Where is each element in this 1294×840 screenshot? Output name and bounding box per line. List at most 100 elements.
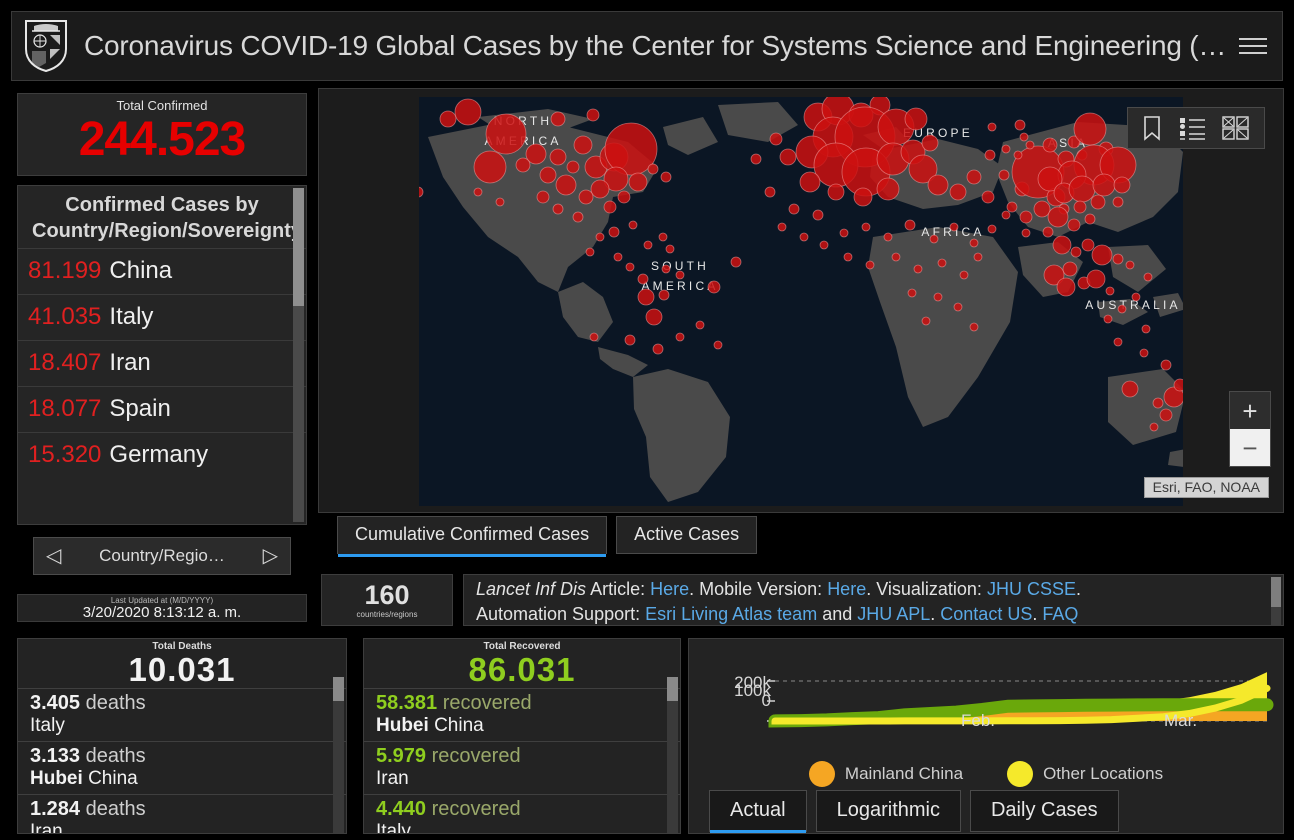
deaths-location-line: Iran (30, 821, 334, 833)
deaths-region: Hubei (30, 768, 83, 789)
covid-dashboard: Coronavirus COVID-19 Global Cases by the… (0, 0, 1294, 840)
legend-list-icon[interactable] (1178, 115, 1206, 141)
total-deaths-panel: Total Deaths 10.031 3.405 deaths Italy 3… (17, 638, 347, 834)
total-recovered-value: 86.031 (468, 651, 576, 688)
y-tick-0: 0 (761, 691, 771, 710)
country-name: Germany (109, 441, 209, 468)
x-tick-feb: Feb. (961, 711, 996, 730)
link-jhu-apl[interactable]: JHU APL (857, 604, 930, 624)
link-contact-us[interactable]: Contact US (940, 604, 1032, 624)
recovered-word: recovered (442, 692, 532, 714)
chevron-right-icon[interactable]: ▷ (263, 546, 278, 566)
list-item[interactable]: 81.199 China (18, 248, 306, 294)
deaths-country: China (88, 768, 138, 789)
confirmed-by-country-title: Confirmed Cases by Country/Region/Sovere… (32, 194, 303, 242)
total-confirmed-panel: Total Confirmed 244.523 (17, 93, 307, 176)
total-confirmed-value: 244.523 (78, 113, 247, 166)
country-count: 18.077 (28, 395, 102, 422)
deaths-count-line: 3.405 deaths (30, 692, 334, 715)
app-header: Coronavirus COVID-19 Global Cases by the… (11, 11, 1283, 81)
list-item[interactable]: 18.077 Spain (18, 386, 306, 432)
tab-cumulative-confirmed-cases[interactable]: Cumulative Confirmed Cases (337, 516, 608, 557)
jhu-shield-logo (25, 20, 67, 73)
link-mobile-version[interactable]: Here (827, 579, 866, 599)
map-left-gutter (319, 89, 419, 512)
country-pager[interactable]: ◁ Country/Regio… ▷ (33, 537, 291, 575)
info-bar-scrollbar[interactable] (1271, 577, 1281, 625)
recovered-list-scrollbar[interactable] (667, 677, 678, 833)
country-list: 81.199 China 41.035 Italy 18.407 Iran 18… (18, 248, 306, 478)
countries-count-value: 160 (364, 580, 410, 610)
info-line-1: Lancet Inf Dis Article: Here. Mobile Ver… (476, 577, 1271, 602)
scrollbar-thumb[interactable] (333, 677, 344, 701)
list-item[interactable]: 5.979 recovered Iran (364, 741, 680, 794)
deaths-count-line: 1.284 deaths (30, 798, 334, 821)
info-text-1: Article: (586, 579, 651, 599)
pager-label: Country/Regio… (99, 546, 225, 565)
zoom-out-button[interactable]: − (1230, 429, 1270, 466)
total-recovered-panel: Total Recovered 86.031 58.381 recovered … (363, 638, 681, 834)
info-text-3: . Visualization: (866, 579, 987, 599)
scrollbar-thumb[interactable] (293, 188, 304, 306)
list-item[interactable]: 1.284 deaths Iran (18, 794, 346, 833)
recovered-count-line: 58.381 recovered (376, 692, 668, 715)
map-zoom-controls: + − (1229, 391, 1271, 467)
recovered-word: recovered (431, 745, 521, 767)
map-attribution: Esri, FAO, NOAA (1143, 477, 1269, 498)
legend-swatch-mainland-china (808, 761, 835, 787)
x-tick-mar: Mar. (1164, 711, 1198, 730)
link-esri-living-atlas[interactable]: Esri Living Atlas team (645, 604, 817, 624)
chevron-left-icon[interactable]: ◁ (46, 546, 61, 566)
deaths-location-line: Italy (30, 715, 334, 737)
recovered-location-line: Hubei China (376, 715, 668, 737)
expand-icon[interactable] (1222, 115, 1250, 141)
deaths-word: deaths (85, 798, 146, 820)
deaths-count-line: 3.133 deaths (30, 745, 334, 768)
info-links-bar: Lancet Inf Dis Article: Here. Mobile Ver… (463, 574, 1284, 626)
recovered-count: 5.979 (376, 745, 427, 767)
tab-actual[interactable]: Actual (709, 790, 807, 833)
list-item[interactable]: 18.407 Iran (18, 340, 306, 386)
country-name: Iran (109, 349, 151, 376)
last-updated-value: 3/20/2020 8:13:12 a. m. (82, 603, 242, 621)
chart-svg (767, 672, 1274, 728)
link-jhu-csse[interactable]: JHU CSSE (987, 579, 1076, 599)
total-deaths-value: 10.031 (128, 651, 236, 688)
tab-daily-cases[interactable]: Daily Cases (969, 790, 1119, 832)
map-canvas[interactable]: NORTH AMERICA SOUTH AMERICA EUROPE AFRIC… (418, 97, 1188, 506)
recovered-count-line: 5.979 recovered (376, 745, 668, 768)
scrollbar-thumb[interactable] (1271, 577, 1281, 607)
list-item[interactable]: 4.440 recovered Italy (364, 794, 680, 833)
list-item[interactable]: 15.320 Germany (18, 432, 306, 478)
legend-label-other-locations: Other Locations (1043, 764, 1164, 783)
hamburger-menu-icon[interactable] (1236, 29, 1270, 63)
list-item[interactable]: 41.035 Italy (18, 294, 306, 340)
list-item[interactable]: 3.405 deaths Italy (18, 688, 346, 741)
link-faq[interactable]: FAQ (1042, 604, 1078, 624)
legend-item-other-locations[interactable]: Other Locations (1007, 761, 1163, 787)
scrollbar-thumb[interactable] (667, 677, 678, 701)
list-item[interactable]: 3.133 deaths Hubei China (18, 741, 346, 794)
country-name: China (109, 257, 173, 284)
bookmark-icon[interactable] (1142, 115, 1162, 141)
deaths-list-scrollbar[interactable] (333, 677, 344, 833)
tab-active-cases[interactable]: Active Cases (616, 516, 758, 554)
country-count: 41.035 (28, 303, 102, 330)
list-item[interactable]: 58.381 recovered Hubei China (364, 688, 680, 741)
recovered-count: 58.381 (376, 692, 438, 714)
cases-chart[interactable] (689, 643, 1283, 753)
plus-icon: + (1242, 395, 1258, 426)
lancet-journal-name: Lancet Inf Dis (476, 579, 587, 599)
chart-x-axis: Feb. Mar. (689, 711, 1283, 733)
world-map-panel[interactable]: NORTH AMERICA SOUTH AMERICA EUROPE AFRIC… (318, 88, 1284, 513)
countries-count-panel: 160 countries/regions (321, 574, 453, 626)
map-graphic[interactable]: NORTH AMERICA SOUTH AMERICA EUROPE AFRIC… (418, 97, 1188, 506)
link-lancet-article[interactable]: Here (650, 579, 689, 599)
tab-logarithmic[interactable]: Logarithmic (815, 790, 961, 832)
zoom-in-button[interactable]: + (1230, 392, 1270, 429)
country-list-scrollbar[interactable] (293, 188, 304, 522)
country-name: Spain (109, 395, 171, 422)
page-title: Coronavirus COVID-19 Global Cases by the… (84, 30, 1236, 61)
total-confirmed-label: Total Confirmed (116, 98, 208, 113)
legend-item-mainland-china[interactable]: Mainland China (808, 761, 963, 787)
